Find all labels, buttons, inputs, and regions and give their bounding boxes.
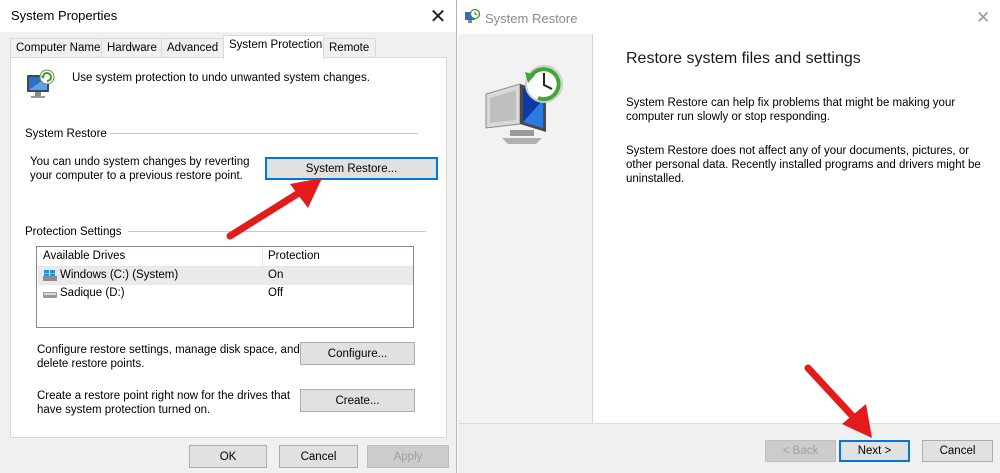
wizard-side-panel bbox=[458, 34, 592, 423]
description-para1-line1: System Restore can help fix problems tha… bbox=[626, 97, 956, 109]
protection-settings-group-label: Protection Settings bbox=[25, 226, 122, 238]
group-divider bbox=[110, 133, 418, 134]
next-button[interactable]: Next > bbox=[839, 440, 910, 462]
drive-protection: Off bbox=[268, 287, 284, 299]
red-arrow-to-system-restore bbox=[226, 178, 322, 240]
page-title: Restore system files and settings bbox=[626, 50, 861, 67]
list-header: Available Drives Protection bbox=[37, 247, 413, 267]
system-restore-dialog: System Restore ✕ Restore system files an… bbox=[458, 0, 1000, 473]
configure-button[interactable]: Configure... bbox=[300, 342, 415, 365]
wizard-content bbox=[592, 34, 1000, 423]
create-button[interactable]: Create... bbox=[300, 389, 415, 412]
close-icon[interactable]: ✕ bbox=[424, 2, 452, 30]
column-divider[interactable] bbox=[262, 247, 263, 267]
window-title: System Restore bbox=[485, 11, 578, 26]
tab-hardware[interactable]: Hardware bbox=[101, 38, 162, 58]
drive-icon bbox=[43, 292, 57, 298]
title-bar: System Properties ✕ bbox=[0, 0, 456, 32]
configure-description-line2: delete restore points. bbox=[37, 358, 145, 370]
description-para2-line2: other personal data. Recently installed … bbox=[626, 159, 981, 171]
system-restore-illustration-icon bbox=[485, 65, 563, 144]
cancel-button[interactable]: Cancel bbox=[279, 445, 358, 468]
create-description-line2: have system protection turned on. bbox=[37, 404, 211, 416]
red-arrow-to-next bbox=[804, 364, 872, 438]
drive-row-d[interactable]: Sadique (D:) Off bbox=[38, 285, 413, 303]
column-protection[interactable]: Protection bbox=[268, 250, 320, 262]
column-available-drives[interactable]: Available Drives bbox=[43, 250, 125, 262]
windows-drive-icon bbox=[43, 270, 57, 281]
tab-advanced[interactable]: Advanced bbox=[161, 38, 224, 58]
apply-button[interactable]: Apply bbox=[367, 445, 449, 468]
ok-button[interactable]: OK bbox=[189, 445, 267, 468]
description-para2-line3: uninstalled. bbox=[626, 173, 685, 185]
tab-remote[interactable]: Remote bbox=[323, 38, 376, 58]
back-button[interactable]: < Back bbox=[765, 440, 836, 462]
restore-description-line1: You can undo system changes by reverting bbox=[30, 156, 250, 168]
restore-description-line2: your computer to a previous restore poin… bbox=[30, 170, 243, 182]
cancel-button[interactable]: Cancel bbox=[922, 440, 993, 462]
description-para1-line2: computer run slowly or stop responding. bbox=[626, 111, 830, 123]
tab-computer-name[interactable]: Computer Name bbox=[10, 38, 102, 58]
intro-text: Use system protection to undo unwanted s… bbox=[72, 72, 370, 84]
system-restore-app-icon bbox=[465, 9, 480, 23]
create-description-line1: Create a restore point right now for the… bbox=[37, 390, 291, 402]
configure-description-line1: Configure restore settings, manage disk … bbox=[37, 344, 300, 356]
drives-list[interactable]: Available Drives Protection Windows (C:)… bbox=[36, 246, 414, 328]
system-restore-group-label: System Restore bbox=[25, 128, 107, 140]
title-bar: System Restore ✕ bbox=[458, 0, 1000, 34]
system-protection-icon bbox=[27, 69, 55, 98]
drive-protection: On bbox=[268, 269, 284, 281]
close-icon[interactable]: ✕ bbox=[976, 8, 990, 28]
description-para2-line1: System Restore does not affect any of yo… bbox=[626, 145, 970, 157]
footer-divider bbox=[458, 423, 1000, 424]
drive-row-c[interactable]: Windows (C:) (System) On bbox=[38, 267, 413, 285]
drive-name: Sadique (D:) bbox=[60, 287, 125, 299]
drive-name: Windows (C:) (System) bbox=[60, 269, 179, 281]
window-title: System Properties bbox=[11, 8, 118, 23]
tab-system-protection[interactable]: System Protection bbox=[223, 35, 324, 59]
